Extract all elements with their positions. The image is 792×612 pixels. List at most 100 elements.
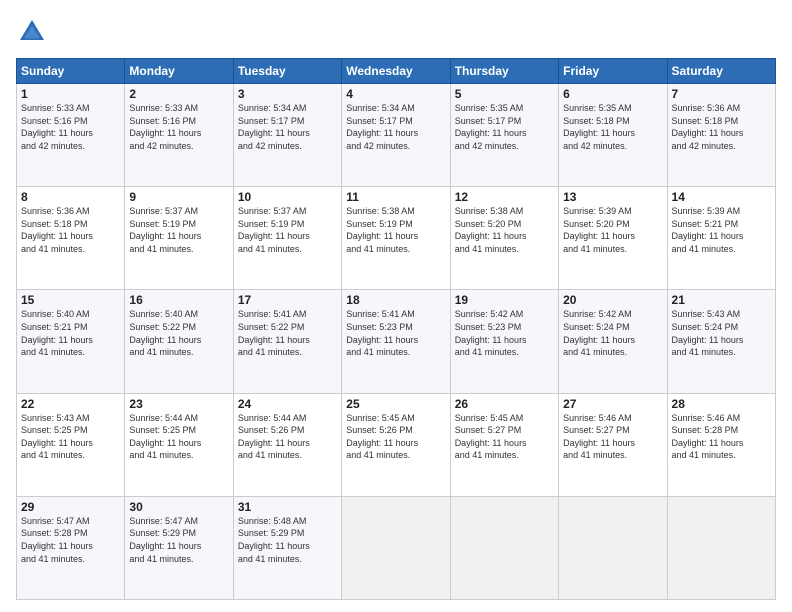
day-number: 15 <box>21 293 120 307</box>
day-info: Sunrise: 5:40 AM Sunset: 5:21 PM Dayligh… <box>21 308 120 358</box>
calendar-cell: 16Sunrise: 5:40 AM Sunset: 5:22 PM Dayli… <box>125 290 233 393</box>
day-info: Sunrise: 5:47 AM Sunset: 5:29 PM Dayligh… <box>129 515 228 565</box>
day-info: Sunrise: 5:35 AM Sunset: 5:18 PM Dayligh… <box>563 102 662 152</box>
day-info: Sunrise: 5:42 AM Sunset: 5:23 PM Dayligh… <box>455 308 554 358</box>
calendar-cell: 1Sunrise: 5:33 AM Sunset: 5:16 PM Daylig… <box>17 84 125 187</box>
calendar-week-row: 1Sunrise: 5:33 AM Sunset: 5:16 PM Daylig… <box>17 84 776 187</box>
calendar-cell: 30Sunrise: 5:47 AM Sunset: 5:29 PM Dayli… <box>125 496 233 599</box>
weekday-header: Monday <box>125 59 233 84</box>
weekday-row: SundayMondayTuesdayWednesdayThursdayFrid… <box>17 59 776 84</box>
weekday-header: Thursday <box>450 59 558 84</box>
day-number: 20 <box>563 293 662 307</box>
calendar-cell: 10Sunrise: 5:37 AM Sunset: 5:19 PM Dayli… <box>233 187 341 290</box>
day-number: 21 <box>672 293 771 307</box>
day-number: 10 <box>238 190 337 204</box>
day-number: 17 <box>238 293 337 307</box>
day-info: Sunrise: 5:41 AM Sunset: 5:22 PM Dayligh… <box>238 308 337 358</box>
calendar-cell: 13Sunrise: 5:39 AM Sunset: 5:20 PM Dayli… <box>559 187 667 290</box>
header <box>16 16 776 48</box>
day-info: Sunrise: 5:39 AM Sunset: 5:21 PM Dayligh… <box>672 205 771 255</box>
calendar-cell: 29Sunrise: 5:47 AM Sunset: 5:28 PM Dayli… <box>17 496 125 599</box>
calendar-cell <box>450 496 558 599</box>
weekday-header: Wednesday <box>342 59 450 84</box>
calendar-cell: 22Sunrise: 5:43 AM Sunset: 5:25 PM Dayli… <box>17 393 125 496</box>
day-info: Sunrise: 5:33 AM Sunset: 5:16 PM Dayligh… <box>129 102 228 152</box>
day-info: Sunrise: 5:47 AM Sunset: 5:28 PM Dayligh… <box>21 515 120 565</box>
calendar-cell <box>342 496 450 599</box>
day-info: Sunrise: 5:33 AM Sunset: 5:16 PM Dayligh… <box>21 102 120 152</box>
day-info: Sunrise: 5:34 AM Sunset: 5:17 PM Dayligh… <box>346 102 445 152</box>
calendar-week-row: 15Sunrise: 5:40 AM Sunset: 5:21 PM Dayli… <box>17 290 776 393</box>
day-info: Sunrise: 5:43 AM Sunset: 5:24 PM Dayligh… <box>672 308 771 358</box>
day-number: 9 <box>129 190 228 204</box>
day-number: 18 <box>346 293 445 307</box>
calendar-week-row: 29Sunrise: 5:47 AM Sunset: 5:28 PM Dayli… <box>17 496 776 599</box>
calendar-cell: 3Sunrise: 5:34 AM Sunset: 5:17 PM Daylig… <box>233 84 341 187</box>
calendar-cell: 28Sunrise: 5:46 AM Sunset: 5:28 PM Dayli… <box>667 393 775 496</box>
day-info: Sunrise: 5:38 AM Sunset: 5:19 PM Dayligh… <box>346 205 445 255</box>
calendar-week-row: 8Sunrise: 5:36 AM Sunset: 5:18 PM Daylig… <box>17 187 776 290</box>
logo <box>16 16 52 48</box>
day-info: Sunrise: 5:46 AM Sunset: 5:28 PM Dayligh… <box>672 412 771 462</box>
day-number: 4 <box>346 87 445 101</box>
day-number: 27 <box>563 397 662 411</box>
calendar-cell: 15Sunrise: 5:40 AM Sunset: 5:21 PM Dayli… <box>17 290 125 393</box>
day-info: Sunrise: 5:35 AM Sunset: 5:17 PM Dayligh… <box>455 102 554 152</box>
calendar-cell: 5Sunrise: 5:35 AM Sunset: 5:17 PM Daylig… <box>450 84 558 187</box>
logo-icon <box>16 16 48 48</box>
weekday-header: Saturday <box>667 59 775 84</box>
day-number: 3 <box>238 87 337 101</box>
day-number: 7 <box>672 87 771 101</box>
day-info: Sunrise: 5:44 AM Sunset: 5:25 PM Dayligh… <box>129 412 228 462</box>
calendar-table: SundayMondayTuesdayWednesdayThursdayFrid… <box>16 58 776 600</box>
day-number: 13 <box>563 190 662 204</box>
day-info: Sunrise: 5:36 AM Sunset: 5:18 PM Dayligh… <box>672 102 771 152</box>
calendar-cell: 27Sunrise: 5:46 AM Sunset: 5:27 PM Dayli… <box>559 393 667 496</box>
day-info: Sunrise: 5:48 AM Sunset: 5:29 PM Dayligh… <box>238 515 337 565</box>
day-number: 25 <box>346 397 445 411</box>
day-number: 28 <box>672 397 771 411</box>
day-number: 1 <box>21 87 120 101</box>
calendar-cell: 31Sunrise: 5:48 AM Sunset: 5:29 PM Dayli… <box>233 496 341 599</box>
day-info: Sunrise: 5:41 AM Sunset: 5:23 PM Dayligh… <box>346 308 445 358</box>
day-number: 19 <box>455 293 554 307</box>
day-info: Sunrise: 5:45 AM Sunset: 5:27 PM Dayligh… <box>455 412 554 462</box>
calendar-cell: 20Sunrise: 5:42 AM Sunset: 5:24 PM Dayli… <box>559 290 667 393</box>
calendar-cell: 9Sunrise: 5:37 AM Sunset: 5:19 PM Daylig… <box>125 187 233 290</box>
calendar-cell <box>559 496 667 599</box>
day-number: 26 <box>455 397 554 411</box>
calendar-cell: 14Sunrise: 5:39 AM Sunset: 5:21 PM Dayli… <box>667 187 775 290</box>
calendar-cell: 6Sunrise: 5:35 AM Sunset: 5:18 PM Daylig… <box>559 84 667 187</box>
day-number: 5 <box>455 87 554 101</box>
day-info: Sunrise: 5:38 AM Sunset: 5:20 PM Dayligh… <box>455 205 554 255</box>
calendar-cell: 8Sunrise: 5:36 AM Sunset: 5:18 PM Daylig… <box>17 187 125 290</box>
calendar-week-row: 22Sunrise: 5:43 AM Sunset: 5:25 PM Dayli… <box>17 393 776 496</box>
weekday-header: Friday <box>559 59 667 84</box>
day-info: Sunrise: 5:45 AM Sunset: 5:26 PM Dayligh… <box>346 412 445 462</box>
calendar-cell: 4Sunrise: 5:34 AM Sunset: 5:17 PM Daylig… <box>342 84 450 187</box>
day-info: Sunrise: 5:39 AM Sunset: 5:20 PM Dayligh… <box>563 205 662 255</box>
day-info: Sunrise: 5:42 AM Sunset: 5:24 PM Dayligh… <box>563 308 662 358</box>
calendar-cell: 21Sunrise: 5:43 AM Sunset: 5:24 PM Dayli… <box>667 290 775 393</box>
calendar-cell: 24Sunrise: 5:44 AM Sunset: 5:26 PM Dayli… <box>233 393 341 496</box>
day-info: Sunrise: 5:34 AM Sunset: 5:17 PM Dayligh… <box>238 102 337 152</box>
calendar-cell: 17Sunrise: 5:41 AM Sunset: 5:22 PM Dayli… <box>233 290 341 393</box>
calendar-body: 1Sunrise: 5:33 AM Sunset: 5:16 PM Daylig… <box>17 84 776 600</box>
day-info: Sunrise: 5:46 AM Sunset: 5:27 PM Dayligh… <box>563 412 662 462</box>
calendar-cell: 19Sunrise: 5:42 AM Sunset: 5:23 PM Dayli… <box>450 290 558 393</box>
day-number: 23 <box>129 397 228 411</box>
day-number: 12 <box>455 190 554 204</box>
day-number: 30 <box>129 500 228 514</box>
calendar-header: SundayMondayTuesdayWednesdayThursdayFrid… <box>17 59 776 84</box>
calendar-cell <box>667 496 775 599</box>
calendar-cell: 25Sunrise: 5:45 AM Sunset: 5:26 PM Dayli… <box>342 393 450 496</box>
calendar-cell: 11Sunrise: 5:38 AM Sunset: 5:19 PM Dayli… <box>342 187 450 290</box>
day-info: Sunrise: 5:37 AM Sunset: 5:19 PM Dayligh… <box>238 205 337 255</box>
day-info: Sunrise: 5:44 AM Sunset: 5:26 PM Dayligh… <box>238 412 337 462</box>
calendar-cell: 23Sunrise: 5:44 AM Sunset: 5:25 PM Dayli… <box>125 393 233 496</box>
day-number: 31 <box>238 500 337 514</box>
day-number: 16 <box>129 293 228 307</box>
day-info: Sunrise: 5:40 AM Sunset: 5:22 PM Dayligh… <box>129 308 228 358</box>
weekday-header: Sunday <box>17 59 125 84</box>
calendar-cell: 7Sunrise: 5:36 AM Sunset: 5:18 PM Daylig… <box>667 84 775 187</box>
